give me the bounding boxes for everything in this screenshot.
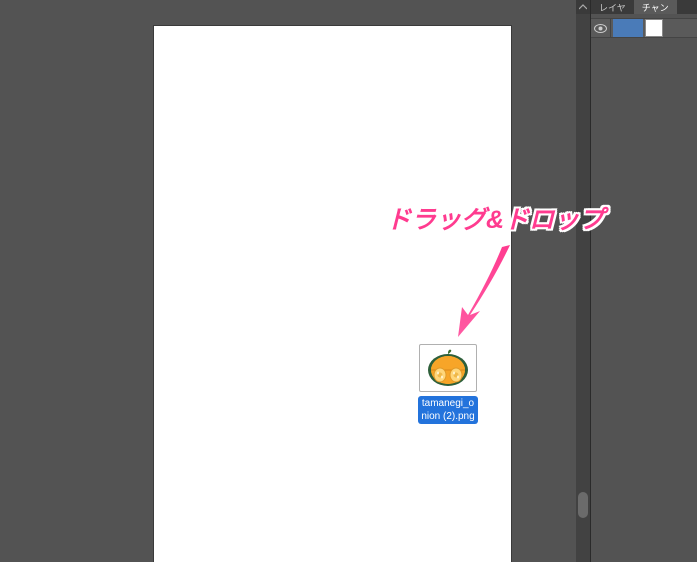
editor-workspace [0, 0, 590, 562]
layer-row[interactable] [591, 18, 697, 38]
layer-thumbnail[interactable] [645, 19, 663, 37]
visibility-toggle[interactable] [591, 18, 611, 38]
tab-layers[interactable]: レイヤ [591, 0, 634, 14]
layer-selection-indicator [613, 19, 643, 37]
eye-icon [594, 24, 607, 33]
vertical-scrollbar-track[interactable] [576, 14, 590, 562]
pumpkin-icon [424, 348, 472, 388]
vertical-scrollbar-thumb[interactable] [578, 492, 588, 518]
panel-tabs: レイヤ チャン [591, 0, 697, 14]
file-thumbnail [419, 344, 477, 392]
chevron-up-icon [579, 4, 587, 10]
canvas[interactable] [154, 26, 511, 562]
annotation-label: ドラッグ&ドロップ [386, 200, 604, 236]
file-name-label: tamanegi_onion (2).png [418, 396, 478, 424]
dragged-file[interactable]: tamanegi_onion (2).png [418, 344, 478, 441]
collapse-button[interactable] [576, 0, 590, 14]
layers-panel: レイヤ チャン [590, 0, 697, 562]
tab-channels[interactable]: チャン [634, 0, 677, 14]
